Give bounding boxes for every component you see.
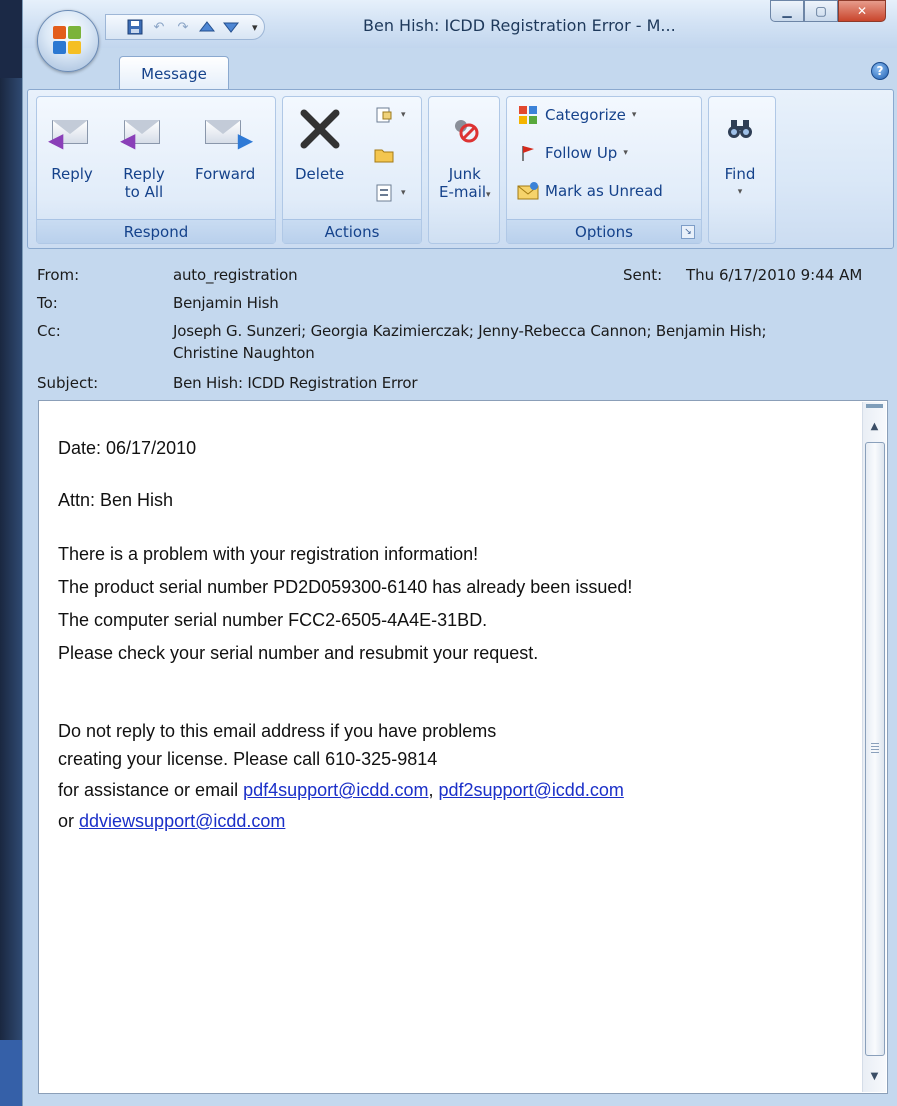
other-actions-icon [373,183,395,203]
create-rule-button[interactable] [373,145,395,165]
respond-group-label: Respond [37,219,275,243]
subject-value: Ben Hish: ICDD Registration Error [173,374,418,392]
junk-group: Junk E-mail▾ [428,96,500,244]
ribbon-tab-row: Message [23,48,897,90]
next-item-icon[interactable] [220,17,242,37]
cc-label: Cc: [37,322,61,340]
redo-icon[interactable]: ↷ [172,17,194,37]
date-line: Date: 06/17/2010 [58,438,197,458]
categorize-button[interactable]: Categorize ▾ [517,105,636,125]
vertical-scrollbar[interactable]: ▲ ▼ [862,402,886,1092]
to-label: To: [37,294,58,312]
desktop-background [0,0,22,1106]
window-controls: ▁ ▢ ✕ [770,0,886,22]
reply-all-button[interactable]: ◀ Reply to All [120,105,167,201]
computer-serial-line: The computer serial number FCC2-6505-4A4… [58,610,488,630]
junk-email-icon [442,105,488,153]
message-header: From: auto_registration Sent: Thu 6/17/2… [23,258,897,398]
delete-icon [297,105,343,153]
scroll-down-icon[interactable]: ▼ [865,1066,884,1086]
reply-icon: ◀ [48,114,92,150]
from-label: From: [37,266,80,284]
ddviewsupport-link[interactable]: ddviewsupport@icdd.com [79,811,285,831]
call-line: creating your license. Please call 610-3… [58,749,438,769]
cc-value-line2[interactable]: Christine Naughton [173,344,315,362]
problem-line: There is a problem with your registratio… [58,544,479,564]
title-bar[interactable]: ↶ ↷ ▾ Ben Hish: ICDD Registration Error … [23,0,897,48]
do-not-reply-line: Do not reply to this email address if yo… [58,721,497,741]
save-icon[interactable] [124,17,146,37]
message-body[interactable]: Date: 06/17/2010 Attn: Ben Hish There is… [38,400,888,1094]
ribbon: ◀ Reply ◀ Reply to All ▶ Forward Respond [27,89,894,249]
office-button[interactable] [37,10,99,72]
pdf4support-link[interactable]: pdf4support@icdd.com [243,780,428,800]
message-window: ↶ ↷ ▾ Ben Hish: ICDD Registration Error … [22,0,897,1106]
binoculars-icon [717,105,763,153]
reply-all-icon: ◀ [120,114,164,150]
grip-icon [871,743,879,753]
folder-icon [373,145,395,165]
message-text: Date: 06/17/2010 Attn: Ben Hish There is… [58,433,848,836]
follow-up-button[interactable]: Follow Up ▾ [517,143,628,163]
close-button[interactable]: ✕ [838,0,886,22]
move-to-folder-button[interactable]: ▾ [373,105,406,125]
sent-label: Sent: [623,266,663,284]
actions-group-label: Actions [283,219,421,243]
previous-item-icon[interactable] [196,17,218,37]
mark-as-unread-button[interactable]: Mark as Unread [517,181,663,201]
respond-group: ◀ Reply ◀ Reply to All ▶ Forward Respond [36,96,276,244]
actions-group: Delete ▾ ▾ Actions [282,96,422,244]
ddview-line: or ddviewsupport@icdd.com [58,811,286,831]
cc-value-line1[interactable]: Joseph G. Sunzeri; Georgia Kazimierczak;… [173,322,767,340]
product-serial-line: The product serial number PD2D059300-614… [58,577,633,597]
options-group-label: Options [507,219,701,243]
junk-email-button[interactable]: Junk E-mail▾ [439,105,491,204]
help-icon[interactable]: ? [871,62,889,80]
minimize-button[interactable]: ▁ [770,0,804,22]
forward-icon: ▶ [205,114,253,150]
pdf2support-link[interactable]: pdf2support@icdd.com [438,780,623,800]
office-logo-icon [53,26,83,56]
tab-message[interactable]: Message [119,56,229,90]
flag-icon [517,143,539,163]
window-title: Ben Hish: ICDD Registration Error - M... [363,16,676,35]
resubmit-line: Please check your serial number and resu… [58,643,539,663]
options-dialog-launcher-icon[interactable]: ↘ [681,225,695,239]
scroll-up-icon[interactable]: ▲ [865,416,884,436]
attn-line: Attn: Ben Hish [58,490,174,510]
minimize-icon: ▁ [782,4,792,18]
other-actions-button[interactable]: ▾ [373,183,406,203]
options-group: Categorize ▾ Follow Up ▾ Mark as Unread Op… [506,96,702,244]
maximize-icon: ▢ [815,4,827,18]
customize-icon[interactable]: ▾ [252,21,258,34]
reply-button[interactable]: ◀ Reply [48,105,95,183]
to-value[interactable]: Benjamin Hish [173,294,279,312]
from-value[interactable]: auto_registration [173,266,298,284]
close-icon: ✕ [856,4,868,18]
subject-label: Subject: [37,374,99,392]
forward-button[interactable]: ▶ Forward [195,105,255,183]
undo-icon[interactable]: ↶ [148,17,170,37]
sent-value: Thu 6/17/2010 9:44 AM [686,266,863,284]
find-group: Find ▾ [708,96,776,244]
find-button[interactable]: Find ▾ [717,105,763,201]
envelope-icon [517,181,539,201]
quick-access-toolbar: ↶ ↷ ▾ [105,14,265,40]
move-to-folder-icon [373,105,395,125]
scroll-thumb[interactable] [865,442,885,1056]
categorize-icon [517,105,539,125]
assistance-line: for assistance or email pdf4support@icdd… [58,780,624,800]
maximize-button[interactable]: ▢ [804,0,838,22]
delete-button[interactable]: Delete [295,105,344,183]
split-handle[interactable] [866,404,883,408]
